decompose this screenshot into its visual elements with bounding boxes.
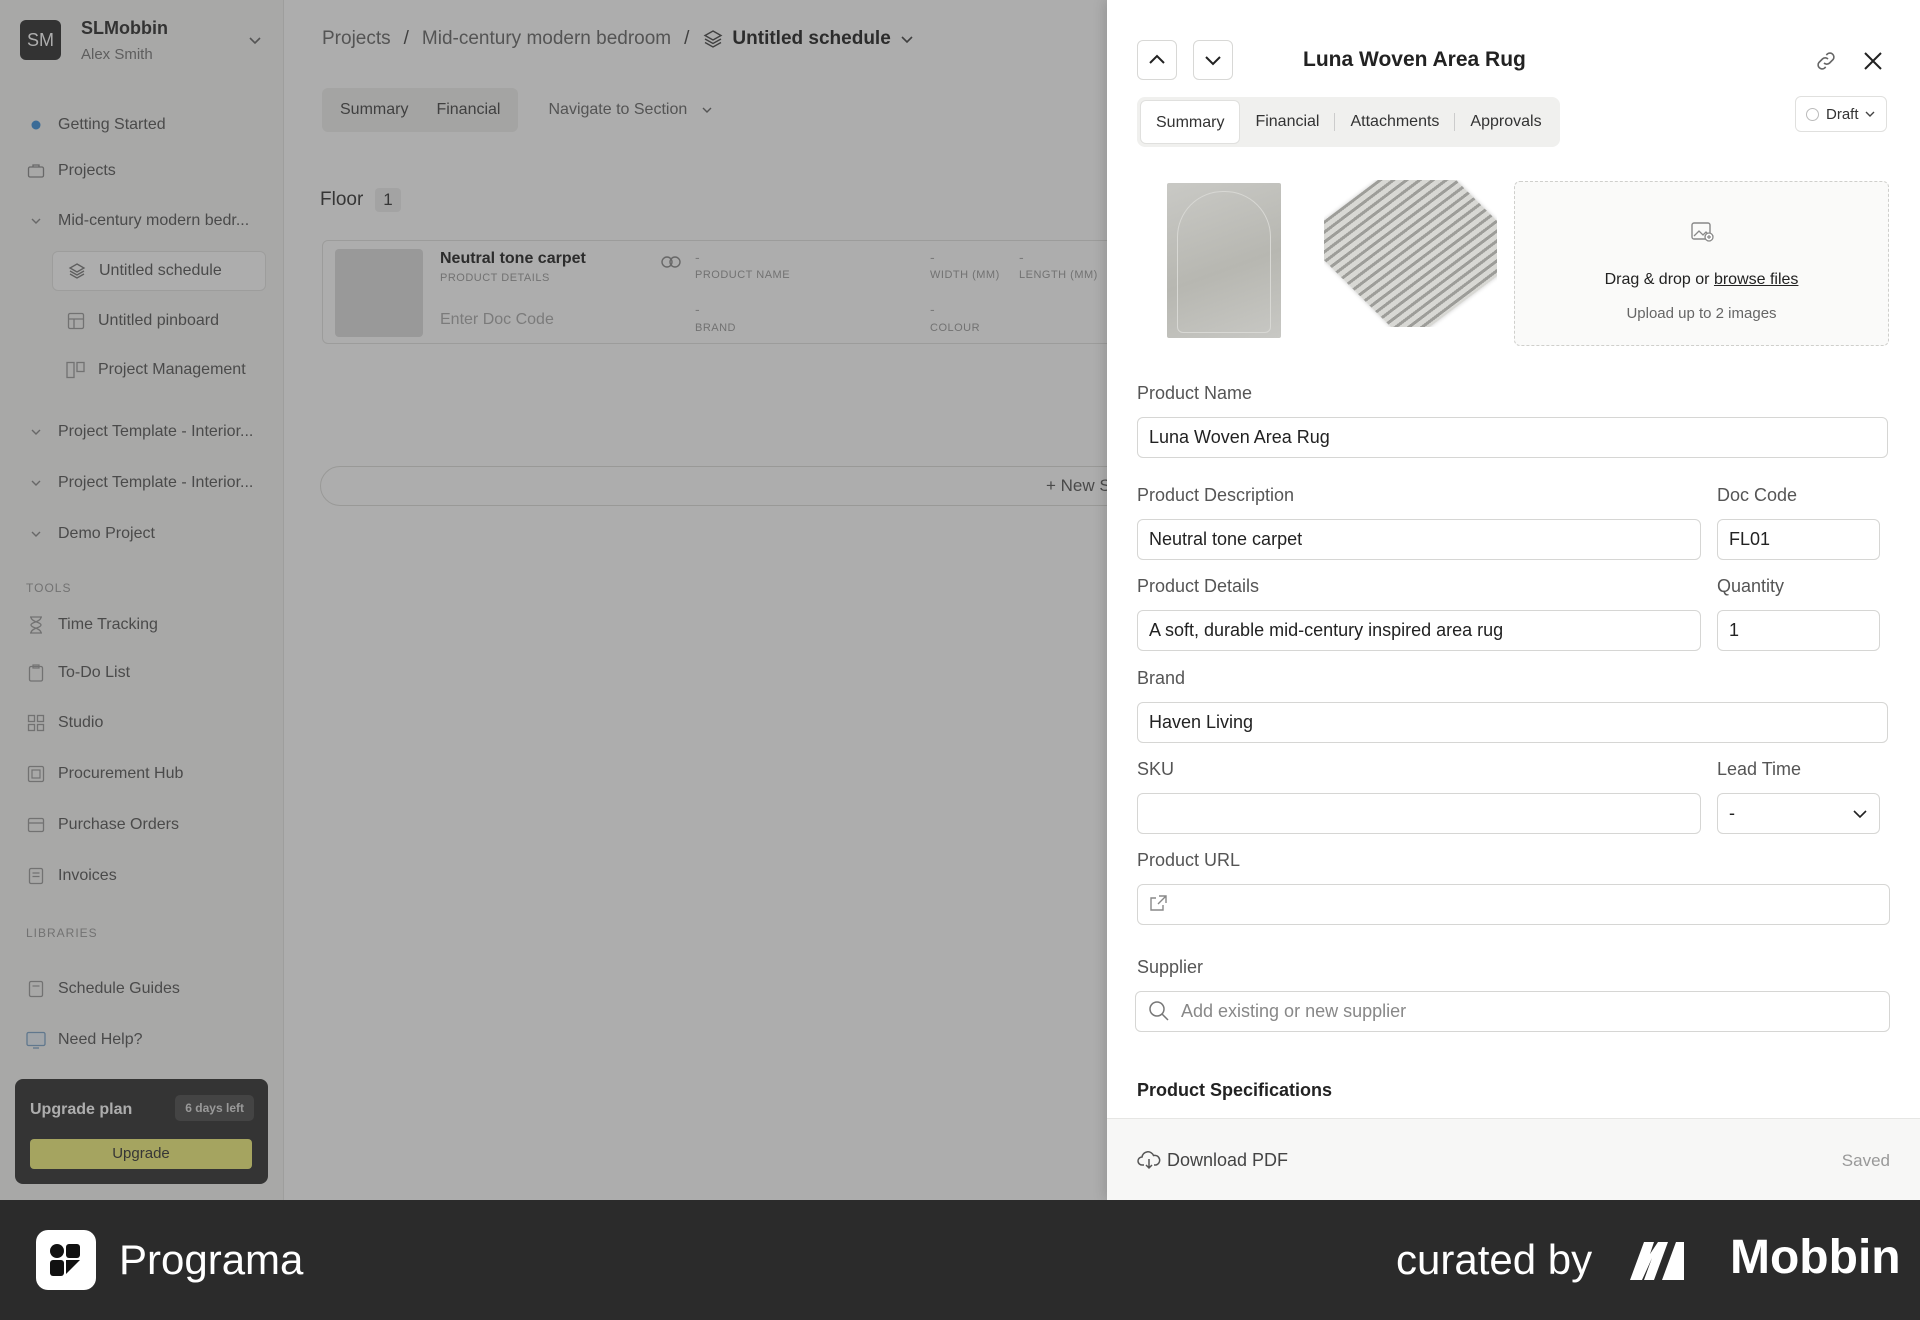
saved-status: Saved: [1841, 1151, 1890, 1170]
supplier-placeholder: Add existing or new supplier: [1181, 1001, 1407, 1021]
product-description-label: Product Description: [1137, 485, 1295, 505]
programa-logo-mark: [50, 1244, 80, 1276]
supplier-label: Supplier: [1137, 957, 1204, 977]
programa-logo: [36, 1230, 96, 1290]
panel-title: Luna Woven Area Rug: [1303, 48, 1526, 71]
next-item-button[interactable]: [1193, 40, 1233, 80]
lead-time-select[interactable]: -: [1717, 793, 1880, 834]
tab-approvals[interactable]: Approvals: [1455, 100, 1556, 144]
chevron-down-icon: [1865, 111, 1875, 117]
browse-files-link[interactable]: browse files: [1714, 271, 1798, 288]
product-image-1[interactable]: [1167, 183, 1281, 338]
quantity-label: Quantity: [1717, 576, 1785, 596]
sku-label: SKU: [1137, 759, 1175, 779]
lead-time-value: -: [1729, 803, 1735, 823]
panel-tabs: Summary Financial Attachments Approvals: [1137, 97, 1560, 147]
mobbin-logo-icon: [1630, 1242, 1684, 1280]
close-icon: [1864, 52, 1882, 70]
dropzone-hint: Upload up to 2 images: [1626, 305, 1777, 322]
mobbin-wordmark: Mobbin: [1730, 1231, 1901, 1284]
image-dropzone[interactable]: Drag & drop or browse files Upload up to…: [1514, 181, 1889, 346]
sku-input[interactable]: [1137, 793, 1701, 834]
tab-financial[interactable]: Financial: [1240, 100, 1334, 144]
add-image-icon: [1691, 222, 1714, 242]
product-name-label: Product Name: [1137, 383, 1253, 403]
status-dropdown[interactable]: Draft: [1795, 96, 1887, 132]
product-name-input[interactable]: Luna Woven Area Rug: [1137, 417, 1888, 458]
search-icon: [1149, 1001, 1169, 1021]
attribution-bar: Programa curated by Mobbin: [0, 1200, 1920, 1320]
product-detail-panel: Luna Woven Area Rug Summary Financial At…: [1107, 0, 1920, 1200]
download-pdf-label: Download PDF: [1167, 1149, 1289, 1170]
product-details-label: Product Details: [1137, 576, 1260, 596]
brand-input[interactable]: Haven Living: [1137, 702, 1888, 743]
chevron-down-icon: [1853, 810, 1867, 819]
programa-wordmark: Programa: [119, 1236, 304, 1283]
product-url-label: Product URL: [1137, 850, 1241, 870]
product-specifications-heading: Product Specifications: [1137, 1080, 1333, 1100]
tab-summary[interactable]: Summary: [1140, 100, 1241, 144]
panel-footer: Download PDF Saved: [1107, 1118, 1920, 1200]
previous-item-button[interactable]: [1137, 40, 1177, 80]
doc-code-input[interactable]: FL01: [1717, 519, 1880, 560]
close-button[interactable]: [1860, 48, 1886, 74]
external-link-icon: [1150, 895, 1167, 911]
brand-label: Brand: [1137, 668, 1186, 688]
product-url-input[interactable]: [1137, 884, 1890, 925]
rug-image: [1324, 180, 1497, 327]
copy-link-button[interactable]: [1813, 48, 1839, 74]
supplier-search-input[interactable]: Add existing or new supplier: [1135, 991, 1890, 1032]
download-pdf-button[interactable]: Download PDF: [1137, 1149, 1288, 1171]
dropzone-text: Drag & drop or browse files: [1515, 271, 1888, 289]
product-description-input[interactable]: Neutral tone carpet: [1137, 519, 1701, 560]
dropzone-text-label: Drag & drop or: [1604, 271, 1714, 288]
curated-by-label: curated by: [1396, 1236, 1593, 1283]
product-details-input[interactable]: A soft, durable mid-century inspired are…: [1137, 610, 1701, 651]
status-circle-icon: [1806, 107, 1819, 121]
doc-code-label: Doc Code: [1717, 485, 1798, 505]
status-label: Draft: [1826, 105, 1859, 123]
tab-attachments[interactable]: Attachments: [1335, 100, 1454, 144]
chevron-down-icon: [1205, 56, 1221, 66]
chevron-up-icon: [1149, 54, 1165, 64]
link-icon: [1817, 52, 1835, 70]
quantity-input[interactable]: 1: [1717, 610, 1880, 651]
product-image-2[interactable]: [1324, 180, 1497, 327]
cloud-download-icon: [1137, 1151, 1161, 1170]
lead-time-label: Lead Time: [1717, 759, 1802, 779]
